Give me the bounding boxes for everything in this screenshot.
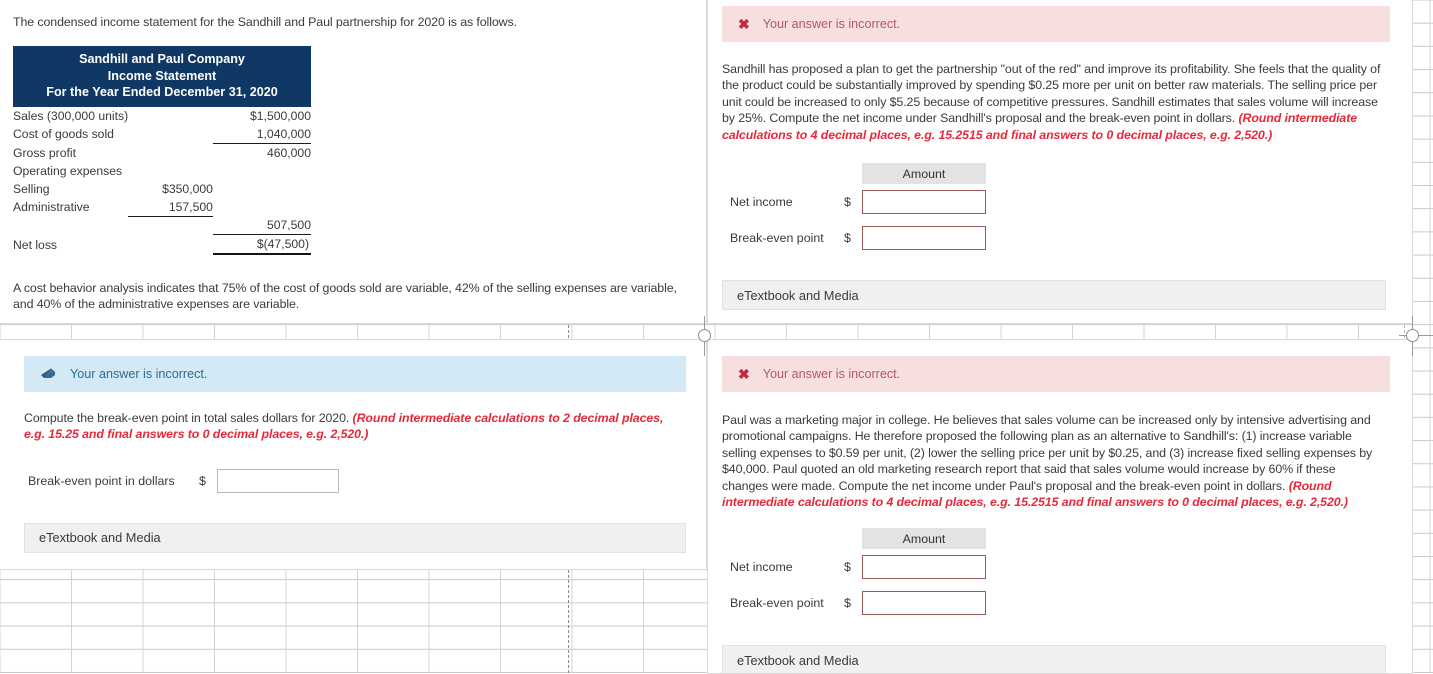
row-mid	[128, 235, 213, 255]
table-row: Net income $	[722, 549, 986, 585]
table-row: Sales (300,000 units) $1,500,000	[13, 107, 311, 125]
row-amount	[213, 180, 311, 198]
x-mark-icon: ✖	[738, 16, 750, 32]
panel-problem-statement: The condensed income statement for the S…	[0, 0, 707, 324]
row-amount	[213, 162, 311, 180]
income-statement-table: Sales (300,000 units) $1,500,000 Cost of…	[13, 107, 311, 256]
alert-text: Your answer is incorrect.	[762, 17, 901, 31]
row-mid	[128, 143, 213, 162]
x-mark-icon: ✖	[738, 366, 750, 382]
column-header-amount: Amount	[862, 528, 986, 550]
row-label: Gross profit	[13, 145, 76, 160]
currency-symbol: $	[844, 596, 851, 611]
alert-incorrect-paul: ✖ Your answer is incorrect.	[722, 356, 1390, 392]
row-label-net-income: Net income	[730, 195, 793, 210]
question-text-paul: Paul was a marketing major in college. H…	[722, 412, 1384, 510]
currency-symbol: $	[844, 195, 851, 210]
question-text-sandhill: Sandhill has proposed a plan to get the …	[722, 61, 1384, 143]
table-row: Administrative 157,500	[13, 197, 311, 217]
panel-paul-proposal: ✖ Your answer is incorrect. Paul was a m…	[707, 339, 1413, 674]
table-row: Break-even point $	[722, 220, 986, 256]
panel-break-even-2020: Your answer is incorrect. Compute the br…	[0, 339, 707, 570]
row-mid	[128, 125, 213, 144]
net-income-input[interactable]	[862, 190, 986, 215]
table-header-row: Amount	[722, 163, 986, 185]
table-header-row: Amount	[722, 528, 986, 550]
row-amount	[213, 198, 311, 217]
answer-table-sandhill: Amount Net income $ Break-even point $	[722, 163, 986, 256]
etextbook-and-media-button[interactable]: eTextbook and Media	[24, 522, 686, 553]
table-row: Break-even point in dollars $	[24, 463, 339, 499]
row-amount-netloss: $(47,500)	[212, 234, 311, 255]
etextbook-label: eTextbook and Media	[737, 652, 859, 668]
row-mid	[128, 107, 213, 125]
question-text-breakeven: Compute the break-even point in total sa…	[24, 410, 682, 443]
row-label-break-even: Break-even point	[730, 231, 824, 246]
intro-text: The condensed income statement for the S…	[13, 15, 517, 29]
table-row: Cost of goods sold 1,040,000	[13, 124, 311, 144]
column-header-amount: Amount	[862, 163, 986, 185]
resize-handle-center[interactable]	[698, 329, 711, 342]
row-mid: $350,000	[162, 181, 213, 196]
table-row: 507,500	[13, 216, 311, 235]
etextbook-and-media-button[interactable]: eTextbook and Media	[722, 645, 1386, 673]
row-label: Selling	[13, 181, 50, 196]
alert-text: Your answer is incorrect.	[70, 367, 208, 381]
table-row: Operating expenses	[13, 162, 311, 180]
table-row: Net income $	[722, 184, 986, 220]
table-row: Gross profit 460,000	[13, 143, 311, 162]
statement-type: Income Statement	[107, 68, 217, 83]
netloss-close-paren: )	[304, 237, 309, 251]
eraser-icon	[40, 367, 57, 381]
etextbook-and-media-button[interactable]: eTextbook and Media	[722, 280, 1386, 311]
row-label: Cost of goods sold	[13, 127, 114, 141]
row-label	[13, 216, 128, 235]
row-amount: 507,500	[212, 216, 311, 235]
etextbook-label: eTextbook and Media	[39, 530, 161, 546]
statement-period: For the Year Ended December 31, 2020	[46, 85, 278, 99]
income-statement-header: Sandhill and Paul Company Income Stateme…	[13, 46, 311, 107]
alert-incorrect-breakeven: Your answer is incorrect.	[24, 356, 686, 392]
row-mid	[128, 162, 213, 180]
row-amount: $1,500,000	[250, 108, 311, 123]
etextbook-label: eTextbook and Media	[737, 287, 859, 303]
row-label-net-income: Net income	[730, 560, 793, 575]
question-body: Compute the break-even point in total sa…	[24, 411, 353, 425]
question-body: Paul was a marketing major in college. H…	[722, 413, 1373, 493]
row-label: Operating expenses	[13, 163, 123, 178]
row-label-break-even: Break-even point	[730, 596, 824, 611]
table-row: Net loss $(47,500)	[13, 234, 311, 255]
break-even-point-input[interactable]	[862, 591, 986, 616]
row-amount: 1,040,000	[212, 124, 311, 144]
alert-incorrect-sandhill: ✖ Your answer is incorrect.	[722, 6, 1390, 42]
answer-table-paul: Amount Net income $ Break-even point $	[722, 528, 986, 621]
break-even-dollars-input[interactable]	[217, 468, 339, 493]
row-label: Net loss	[13, 238, 58, 252]
table-row: Break-even point $	[722, 585, 986, 621]
panel-sandhill-proposal: ✖ Your answer is incorrect. Sandhill has…	[707, 0, 1413, 324]
currency-symbol: $	[844, 231, 851, 246]
table-row: Selling $350,000	[13, 180, 311, 198]
resize-handle-right[interactable]	[1406, 329, 1419, 342]
cost-behavior-note: A cost behavior analysis indicates that …	[13, 281, 677, 312]
row-label-break-even-dollars: Break-even point in dollars	[28, 473, 175, 488]
alert-text: Your answer is incorrect.	[762, 367, 901, 381]
row-mid: 157,500	[128, 197, 213, 217]
row-label: Sales (300,000 units)	[13, 108, 129, 123]
netloss-value: $(47,500	[256, 237, 305, 251]
net-income-input[interactable]	[862, 555, 986, 580]
company-name: Sandhill and Paul Company	[79, 52, 245, 66]
row-mid	[128, 216, 213, 235]
income-statement-card: Sandhill and Paul Company Income Stateme…	[13, 46, 311, 255]
break-even-point-input[interactable]	[862, 226, 986, 251]
answer-field-breakeven: Break-even point in dollars $	[24, 463, 339, 499]
currency-symbol: $	[199, 473, 206, 488]
row-amount: 460,000	[266, 145, 311, 160]
row-label: Administrative	[13, 200, 90, 214]
currency-symbol: $	[844, 560, 851, 575]
